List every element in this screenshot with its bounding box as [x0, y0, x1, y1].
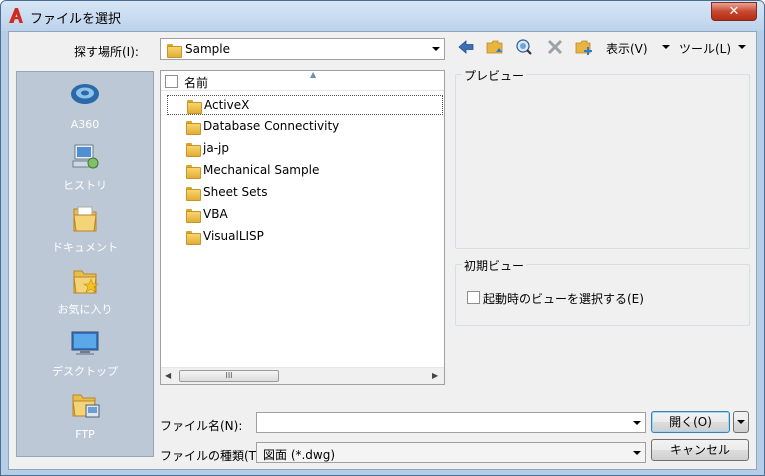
place-documents[interactable]: ドキュメント — [17, 199, 153, 259]
window-title: ファイルを選択 — [30, 12, 122, 27]
scroll-left-icon[interactable]: ◀ — [165, 371, 171, 380]
preview-group: プレビュー — [455, 67, 750, 249]
delete-icon[interactable] — [546, 38, 564, 56]
file-list[interactable]: 名前 ▲ ActiveX Database Connectivity ja-jp… — [160, 70, 445, 385]
folder-icon — [186, 165, 201, 179]
dialog-body: 探す場所(I): Sample 表示(V) ツール(L) A360 ヒストリ ド… — [8, 31, 757, 470]
initial-view-group: 初期ビュー 起動時のビューを選択する(E) — [455, 257, 750, 326]
file-row-sheet-sets[interactable]: Sheet Sets — [167, 183, 443, 203]
initial-view-title: 初期ビュー — [462, 257, 527, 274]
autocad-logo-icon — [9, 8, 23, 23]
folder-icon — [186, 209, 201, 223]
cancel-button[interactable]: キャンセル — [651, 439, 749, 461]
file-row-activex[interactable]: ActiveX — [167, 95, 443, 115]
place-label: お気に入り — [57, 303, 113, 316]
lookin-label: 探す場所(I): — [74, 45, 139, 59]
tools-dropdown-icon[interactable] — [738, 45, 746, 49]
sort-ascending-icon: ▲ — [310, 70, 317, 79]
file-name: ActiveX — [204, 98, 250, 112]
filename-label: ファイル名(N): — [160, 419, 243, 433]
file-row-mechanical-sample[interactable]: Mechanical Sample — [167, 161, 443, 181]
cancel-button-label: キャンセル — [669, 443, 730, 457]
file-row-ja-jp[interactable]: ja-jp — [167, 139, 443, 159]
place-label: A360 — [70, 118, 100, 131]
file-name: VBA — [203, 207, 228, 221]
scroll-thumb[interactable]: III — [179, 370, 279, 382]
history-icon — [72, 144, 99, 169]
filetype-combo[interactable]: 図面 (*.dwg) — [256, 442, 646, 463]
file-name: Database Connectivity — [203, 119, 340, 133]
horizontal-scrollbar[interactable]: ◀ III ▶ — [161, 367, 444, 384]
folder-icon — [186, 143, 201, 157]
documents-icon — [73, 206, 97, 232]
open-options-button[interactable] — [733, 411, 749, 433]
a360-icon — [71, 84, 99, 104]
place-label: FTP — [75, 428, 95, 441]
place-label: デスクトップ — [52, 365, 118, 378]
place-label: ドキュメント — [52, 241, 118, 254]
place-ftp[interactable]: FTP — [17, 385, 153, 445]
open-button[interactable]: 開く(O) — [651, 411, 730, 433]
close-button[interactable]: ✕ — [711, 2, 757, 21]
file-dialog-window: ファイルを選択 ✕ 探す場所(I): Sample 表示(V) ツール(L) A… — [0, 0, 765, 476]
file-name: Mechanical Sample — [203, 163, 320, 177]
filetype-value: 図面 (*.dwg) — [263, 448, 336, 462]
file-row-visuallisp[interactable]: VisualLISP — [167, 227, 443, 247]
folder-icon — [186, 231, 201, 245]
up-folder-icon[interactable] — [486, 38, 504, 56]
folder-icon — [187, 100, 202, 114]
title-bar[interactable]: ファイルを選択 ✕ — [1, 1, 764, 31]
place-a360[interactable]: A360 — [17, 75, 153, 135]
chevron-down-icon[interactable] — [633, 451, 641, 455]
new-folder-icon[interactable] — [575, 38, 593, 56]
lookin-value: Sample — [185, 42, 230, 56]
folder-icon — [186, 187, 201, 201]
chevron-down-icon — [737, 420, 745, 424]
view-menu[interactable]: 表示(V) — [606, 40, 648, 57]
chevron-down-icon[interactable] — [432, 47, 440, 51]
open-button-label: 開く(O) — [669, 415, 712, 429]
file-row-database-connectivity[interactable]: Database Connectivity — [167, 117, 443, 137]
select-all-checkbox[interactable] — [165, 75, 178, 88]
view-dropdown-icon[interactable] — [662, 45, 670, 49]
place-favorites[interactable]: お気に入り — [17, 261, 153, 321]
preview-title: プレビュー — [462, 67, 527, 84]
scroll-right-icon[interactable]: ▶ — [432, 371, 438, 380]
favorites-icon — [73, 270, 99, 294]
ftp-icon — [72, 394, 100, 418]
file-row-vba[interactable]: VBA — [167, 205, 443, 225]
lookin-combo[interactable]: Sample — [160, 38, 445, 60]
tools-menu[interactable]: ツール(L) — [679, 40, 731, 57]
column-header-name[interactable]: 名前 ▲ — [161, 70, 444, 91]
chevron-down-icon[interactable] — [633, 421, 641, 425]
folder-icon — [186, 121, 201, 135]
desktop-icon — [71, 331, 99, 355]
file-name: VisualLISP — [203, 229, 264, 243]
select-view-on-open-label[interactable]: 起動時のビューを選択する(E) — [483, 290, 644, 307]
filename-combo[interactable] — [256, 412, 646, 433]
select-view-on-open-checkbox[interactable] — [467, 291, 480, 304]
place-desktop[interactable]: デスクトップ — [17, 323, 153, 383]
place-history[interactable]: ヒストリ — [17, 137, 153, 197]
column-name-label: 名前 — [184, 76, 209, 90]
search-web-icon[interactable] — [515, 38, 533, 56]
folder-icon — [167, 44, 182, 58]
file-name: ja-jp — [203, 141, 229, 155]
file-name: Sheet Sets — [203, 185, 268, 199]
filetype-label: ファイルの種類(T): — [160, 449, 265, 463]
back-arrow-icon[interactable] — [457, 38, 475, 56]
place-label: ヒストリ — [63, 179, 107, 192]
places-bar: A360 ヒストリ ドキュメント お気に入り デスクトップ FTP — [16, 71, 154, 457]
